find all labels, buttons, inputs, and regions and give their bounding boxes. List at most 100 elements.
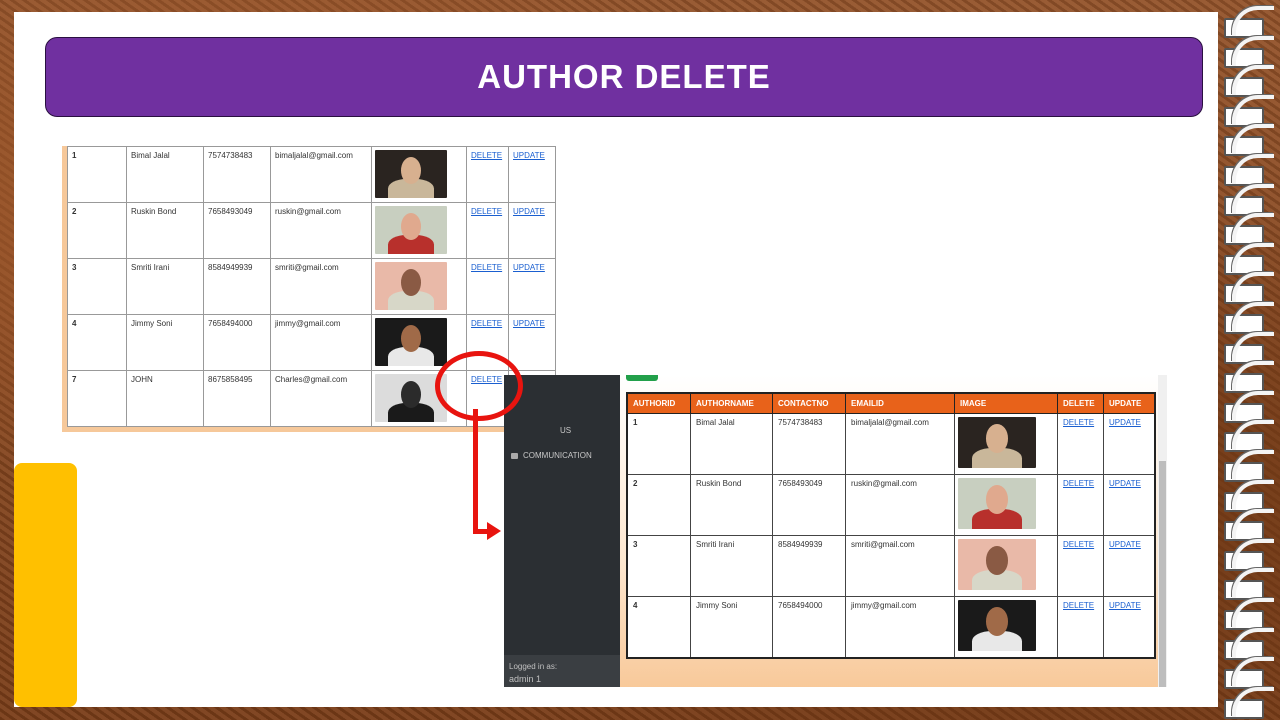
author-name-cell: Jimmy Soni [690, 596, 773, 659]
binding-ring [1222, 242, 1274, 275]
binding-ring [1222, 65, 1274, 98]
author-photo [375, 150, 447, 198]
arrow-head [487, 522, 501, 540]
delete-link-cell: DELETE [466, 202, 509, 259]
binding-ring [1222, 420, 1274, 453]
sidebar-item-label: COMMUNICATION [523, 451, 592, 460]
delete-link[interactable]: DELETE [1063, 418, 1094, 427]
column-header: AUTHORID [626, 392, 691, 414]
contact-cell: 7574738483 [203, 146, 271, 203]
update-link[interactable]: UPDATE [513, 319, 545, 328]
author-id-cell: 1 [626, 413, 691, 475]
delete-link[interactable]: DELETE [471, 319, 502, 328]
logged-in-footer: Logged in as: admin 1 [504, 655, 620, 687]
delete-link[interactable]: DELETE [471, 207, 502, 216]
binding-ring [1222, 450, 1274, 482]
image-cell [954, 474, 1058, 536]
table-row: 2 Ruskin Bond 7658493049 ruskin@gmail.com DE… [67, 202, 556, 259]
author-photo [958, 478, 1036, 529]
binding-ring [1222, 272, 1274, 305]
scrollbar[interactable] [1158, 375, 1167, 687]
binding-ring [1222, 657, 1274, 690]
binding-ring [1222, 35, 1274, 68]
author-name-cell: Bimal Jalal [690, 413, 773, 475]
email-cell: bimaljalal@gmail.com [845, 413, 955, 475]
contact-cell: 8675858495 [203, 370, 271, 427]
author-name-cell: Smriti Irani [126, 258, 204, 315]
delete-link-cell: DELETE [1057, 413, 1104, 475]
chat-icon [511, 452, 518, 459]
table-row: 3 Smriti Irani 8584949939 smriti@gmail.com D… [626, 535, 1156, 597]
table-row: 4 Jimmy Soni 7658494000 jimmy@gmail.com DELE… [626, 596, 1156, 659]
image-cell [371, 202, 467, 259]
title-banner: AUTHOR DELETE [45, 37, 1203, 117]
author-photo [958, 417, 1036, 468]
slide-title: AUTHOR DELETE [477, 58, 771, 95]
sidebar-item-communication[interactable]: COMMUNICATION [511, 451, 592, 460]
update-link[interactable]: UPDATE [513, 207, 545, 216]
delete-link-cell: DELETE [1057, 535, 1104, 597]
logged-in-user: admin 1 [509, 674, 542, 684]
binding-ring [1222, 390, 1274, 423]
binding-ring [1222, 568, 1274, 601]
image-cell [371, 258, 467, 315]
update-link-cell: UPDATE [1103, 474, 1156, 536]
binding-ring [1222, 479, 1274, 512]
add-author-button[interactable] [626, 375, 658, 381]
update-link[interactable]: UPDATE [1109, 540, 1141, 549]
sidebar-item-us[interactable]: US [560, 426, 571, 435]
column-header: AUTHORNAME [690, 392, 773, 414]
update-link-cell: UPDATE [1103, 535, 1156, 597]
author-id-cell: 3 [626, 535, 691, 597]
binding-ring [1222, 6, 1274, 38]
email-cell: smriti@gmail.com [270, 258, 372, 315]
delete-link[interactable]: DELETE [471, 263, 502, 272]
contact-cell: 7658494000 [203, 314, 271, 371]
update-link[interactable]: UPDATE [1109, 418, 1141, 427]
delete-link-cell: DELETE [1057, 596, 1104, 659]
spiral-binding [1218, 0, 1280, 720]
author-photo [375, 206, 447, 254]
author-name-cell: Smriti Irani [690, 535, 773, 597]
author-name-cell: JOHN [126, 370, 204, 427]
author-id-cell: 4 [67, 314, 127, 371]
update-link-cell: UPDATE [1103, 596, 1156, 659]
email-cell: bimaljalal@gmail.com [270, 146, 372, 203]
author-photo [375, 262, 447, 310]
binding-ring [1222, 598, 1274, 630]
delete-link[interactable]: DELETE [1063, 601, 1094, 610]
update-link[interactable]: UPDATE [513, 151, 545, 160]
author-name-cell: Jimmy Soni [126, 314, 204, 371]
author-name-cell: Ruskin Bond [126, 202, 204, 259]
image-cell [954, 535, 1058, 597]
update-link-cell: UPDATE [508, 258, 556, 315]
accent-block [14, 463, 77, 707]
binding-ring [1222, 509, 1274, 542]
update-link[interactable]: UPDATE [513, 263, 545, 272]
delete-link[interactable]: DELETE [1063, 540, 1094, 549]
delete-link[interactable]: DELETE [1063, 479, 1094, 488]
column-header: UPDATE [1103, 392, 1156, 414]
binding-ring [1222, 361, 1274, 394]
author-name-cell: Bimal Jalal [126, 146, 204, 203]
author-photo [958, 600, 1036, 651]
binding-ring [1222, 124, 1274, 157]
delete-link[interactable]: DELETE [471, 151, 502, 160]
author-id-cell: 1 [67, 146, 127, 203]
email-cell: smriti@gmail.com [845, 535, 955, 597]
contact-cell: 7658493049 [203, 202, 271, 259]
update-link[interactable]: UPDATE [1109, 601, 1141, 610]
email-cell: ruskin@gmail.com [845, 474, 955, 536]
contact-cell: 7658493049 [772, 474, 846, 536]
binding-ring [1222, 686, 1274, 719]
author-id-cell: 4 [626, 596, 691, 659]
contact-cell: 7658494000 [772, 596, 846, 659]
sidebar-item-label: US [560, 426, 572, 435]
author-photo [375, 318, 447, 366]
update-link[interactable]: UPDATE [1109, 479, 1141, 488]
table-row: 3 Smriti Irani 8584949939 smriti@gmail.com D… [67, 258, 556, 315]
logged-in-label: Logged in as: [509, 662, 558, 671]
email-cell: jimmy@gmail.com [845, 596, 955, 659]
binding-ring [1222, 183, 1274, 216]
scrollbar-thumb[interactable] [1159, 461, 1166, 687]
